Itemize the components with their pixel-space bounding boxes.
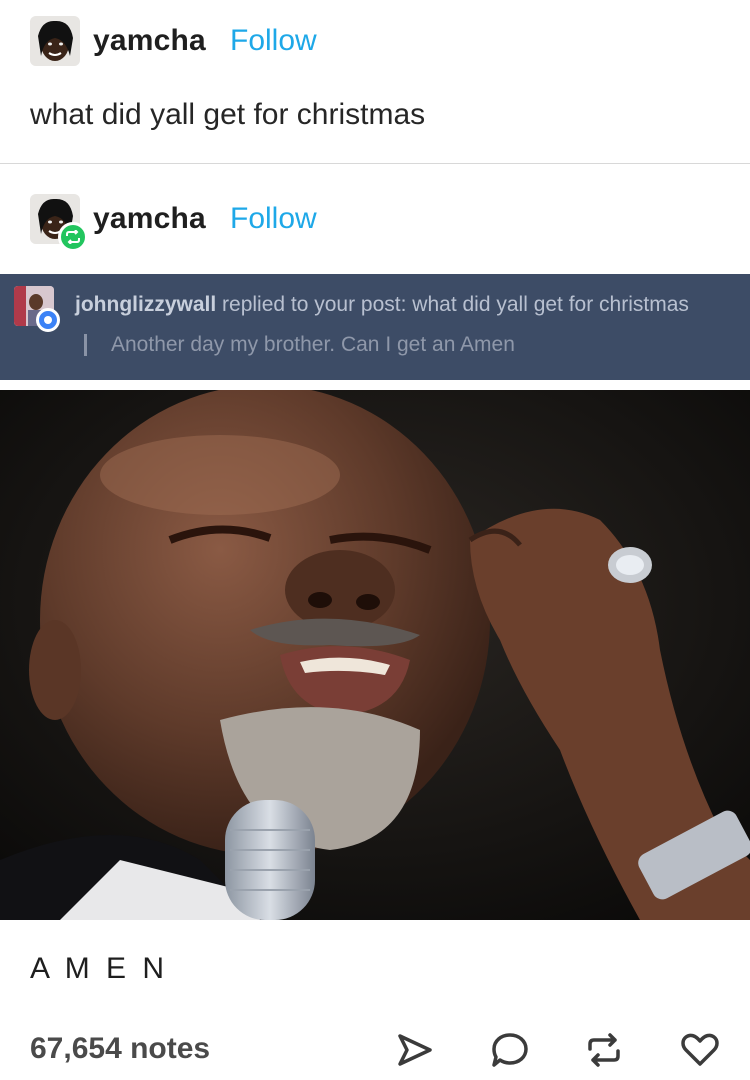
post-username[interactable]: yamcha xyxy=(93,24,206,58)
share-button[interactable] xyxy=(395,1030,435,1070)
notes-count[interactable]: 67,654 notes xyxy=(30,1032,210,1066)
follow-button[interactable]: Follow xyxy=(230,24,317,58)
reply-quote-text: Another day my brother. Can I get an Ame… xyxy=(111,333,515,356)
post-body-text: what did yall get for christmas xyxy=(30,98,426,131)
reply-username[interactable]: johnglizzywall xyxy=(75,293,216,316)
reply-button[interactable] xyxy=(490,1030,530,1070)
post-divider xyxy=(0,163,750,164)
reply-quote: Another day my brother. Can I get an Ame… xyxy=(84,332,515,358)
post-header-reblog: yamcha Follow xyxy=(0,192,750,252)
reply-icon xyxy=(492,1033,528,1067)
post-caption: A M E N xyxy=(30,952,169,985)
reblog-badge-icon xyxy=(58,222,88,252)
reblog-button[interactable] xyxy=(584,1030,624,1070)
post-header-original: yamcha Follow xyxy=(0,14,750,70)
heart-icon xyxy=(681,1033,719,1066)
post-photo[interactable] xyxy=(0,390,750,920)
post-username[interactable]: yamcha xyxy=(93,202,206,236)
quote-bar xyxy=(84,334,87,356)
reply-action-text: replied to your post: what did yall get … xyxy=(216,293,689,316)
reply-banner: johnglizzywall replied to your post: wha… xyxy=(0,274,750,380)
follow-button[interactable]: Follow xyxy=(230,202,317,236)
reply-bubble-icon xyxy=(36,308,60,332)
share-icon xyxy=(398,1034,432,1066)
reblog-icon xyxy=(588,1033,620,1067)
user-avatar[interactable] xyxy=(30,16,80,66)
like-button[interactable] xyxy=(680,1030,720,1070)
reply-summary: johnglizzywall replied to your post: wha… xyxy=(75,293,689,317)
